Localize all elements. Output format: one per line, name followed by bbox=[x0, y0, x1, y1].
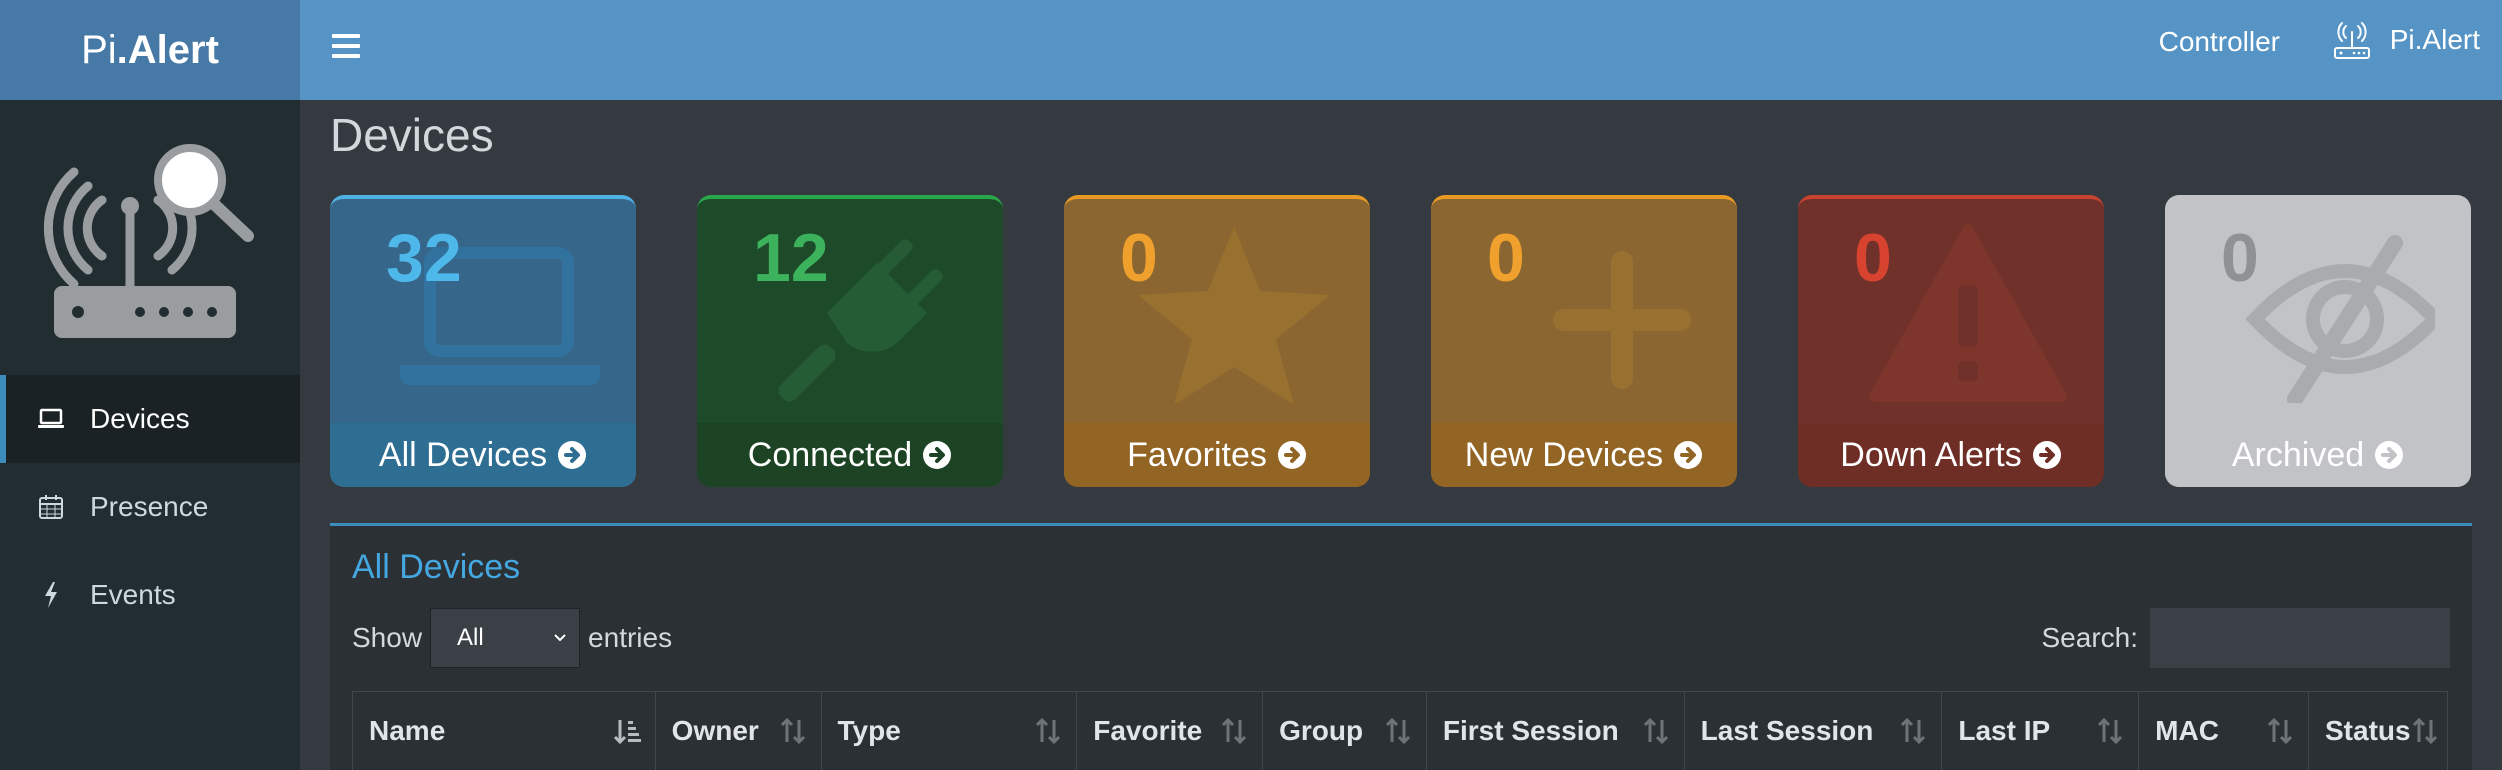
arrow-circle-right-icon bbox=[558, 441, 587, 469]
sidebar: Pi .Alert Devices Presence Events bbox=[0, 0, 300, 770]
connected-link[interactable]: Connected bbox=[697, 423, 1003, 487]
sort-icon bbox=[2098, 717, 2123, 745]
sidebar-item-label: Devices bbox=[90, 403, 190, 434]
bolt-icon bbox=[36, 580, 66, 610]
favorites-link[interactable]: Favorites bbox=[1064, 423, 1370, 487]
column-label: First Session bbox=[1442, 715, 1619, 746]
controller-link[interactable]: Controller bbox=[2159, 26, 2280, 58]
column-header-owner[interactable]: Owner bbox=[656, 692, 822, 770]
column-label: Type bbox=[837, 715, 901, 746]
show-label: Show bbox=[352, 622, 423, 653]
sort-ascending-icon bbox=[613, 720, 641, 745]
top-navbar: Controller Pi.Alert bbox=[300, 0, 2502, 100]
brand-bold: .Alert bbox=[116, 27, 219, 72]
card-down-alerts: 0 Down Alerts bbox=[1798, 195, 2104, 487]
sort-icon bbox=[1901, 717, 1926, 745]
column-header-favorite[interactable]: Favorite bbox=[1077, 692, 1264, 770]
column-label: Owner bbox=[671, 715, 759, 746]
sidebar-item-presence[interactable]: Presence bbox=[0, 463, 300, 551]
eye-slash-icon bbox=[2245, 235, 2435, 403]
sort-icon bbox=[780, 717, 805, 745]
column-label: Last Session bbox=[1700, 715, 1874, 746]
sort-icon bbox=[2412, 717, 2437, 745]
menu-toggle-icon[interactable] bbox=[332, 34, 360, 62]
user-name: Pi.Alert bbox=[2389, 24, 2480, 55]
card-archived: 0 Archived bbox=[2165, 195, 2471, 487]
warning-icon bbox=[1869, 224, 2067, 402]
sidebar-item-events[interactable]: Events bbox=[0, 551, 300, 639]
column-header-status[interactable]: Status bbox=[2309, 692, 2447, 770]
column-label: Last IP bbox=[1958, 715, 2051, 746]
sidebar-item-devices[interactable]: Devices bbox=[0, 375, 300, 463]
table-header: Name Owner Type Favorite Group First Ses… bbox=[352, 691, 2448, 770]
entries-label: entries bbox=[588, 622, 673, 653]
brand-light: Pi bbox=[81, 27, 117, 72]
archived-link[interactable]: Archived bbox=[2165, 423, 2471, 487]
sort-icon bbox=[1643, 717, 1668, 745]
column-label: Status bbox=[2325, 715, 2411, 746]
sort-icon bbox=[1222, 717, 1247, 745]
column-header-mac[interactable]: MAC bbox=[2139, 692, 2309, 770]
brand-logo[interactable]: Pi .Alert bbox=[0, 0, 300, 100]
user-menu[interactable]: Pi.Alert bbox=[2332, 20, 2480, 60]
arrow-circle-right-icon bbox=[2375, 441, 2404, 469]
column-header-last-ip[interactable]: Last IP bbox=[1942, 692, 2140, 770]
card-all-devices: 32 All Devices bbox=[330, 195, 636, 487]
chevron-down-icon bbox=[554, 634, 566, 642]
router-logo bbox=[0, 100, 300, 375]
card-label: New Devices bbox=[1464, 435, 1664, 474]
card-new-devices: 0 New Devices bbox=[1431, 195, 1737, 487]
card-label: Archived bbox=[2231, 435, 2365, 474]
page-title: Devices bbox=[330, 109, 494, 161]
arrow-circle-right-icon bbox=[923, 441, 952, 469]
card-label: Down Alerts bbox=[1840, 435, 2022, 474]
card-label: Favorites bbox=[1127, 435, 1267, 474]
card-count: 0 bbox=[1120, 220, 1158, 296]
card-count: 0 bbox=[1487, 220, 1525, 296]
devices-table-box: All Devices Show All entries Search: Nam… bbox=[330, 523, 2472, 770]
card-count: 0 bbox=[1854, 220, 1892, 296]
new-devices-link[interactable]: New Devices bbox=[1431, 423, 1737, 487]
column-header-last-session[interactable]: Last Session bbox=[1685, 692, 1943, 770]
column-label: Name bbox=[369, 715, 446, 746]
search-input[interactable] bbox=[2150, 608, 2450, 668]
arrow-circle-right-icon bbox=[1277, 441, 1306, 469]
calendar-icon bbox=[36, 492, 66, 522]
router-magnifier-icon bbox=[43, 143, 254, 338]
star-icon bbox=[1138, 227, 1330, 403]
entries-select[interactable]: All bbox=[430, 608, 581, 668]
sort-icon bbox=[1036, 717, 1061, 745]
laptop-icon bbox=[36, 404, 66, 434]
arrow-circle-right-icon bbox=[2032, 441, 2061, 469]
router-icon bbox=[2333, 22, 2370, 59]
sort-icon bbox=[2267, 717, 2293, 745]
main-content: Devices 32 All Devices 12 Connected 0 Fa… bbox=[300, 100, 2502, 770]
column-header-type[interactable]: Type bbox=[822, 692, 1078, 770]
column-header-first-session[interactable]: First Session bbox=[1427, 692, 1685, 770]
all-devices-link[interactable]: All Devices bbox=[330, 423, 636, 487]
column-label: MAC bbox=[2155, 715, 2219, 746]
column-header-group[interactable]: Group bbox=[1263, 692, 1427, 770]
card-count: 0 bbox=[2221, 220, 2259, 296]
card-count: 12 bbox=[753, 220, 829, 296]
column-header-name[interactable]: Name bbox=[353, 692, 656, 770]
down-alerts-link[interactable]: Down Alerts bbox=[1798, 423, 2104, 487]
table-title: All Devices bbox=[352, 548, 521, 586]
entries-length-control: Show All entries bbox=[352, 608, 672, 668]
entries-select-value: All bbox=[457, 624, 484, 651]
card-label: Connected bbox=[747, 435, 913, 474]
table-search: Search: bbox=[2041, 608, 2450, 668]
arrow-circle-right-icon bbox=[1674, 441, 1703, 469]
column-label: Favorite bbox=[1093, 715, 1203, 746]
sidebar-item-label: Presence bbox=[90, 491, 209, 522]
search-label: Search: bbox=[2041, 622, 2139, 653]
card-favorites: 0 Favorites bbox=[1064, 195, 1370, 487]
card-connected: 12 Connected bbox=[697, 195, 1003, 487]
sidebar-item-label: Events bbox=[90, 579, 176, 610]
column-label: Group bbox=[1279, 715, 1364, 746]
card-label: All Devices bbox=[378, 435, 548, 474]
plus-icon bbox=[1553, 251, 1691, 389]
card-count: 32 bbox=[386, 220, 462, 296]
sort-icon bbox=[1385, 717, 1410, 745]
